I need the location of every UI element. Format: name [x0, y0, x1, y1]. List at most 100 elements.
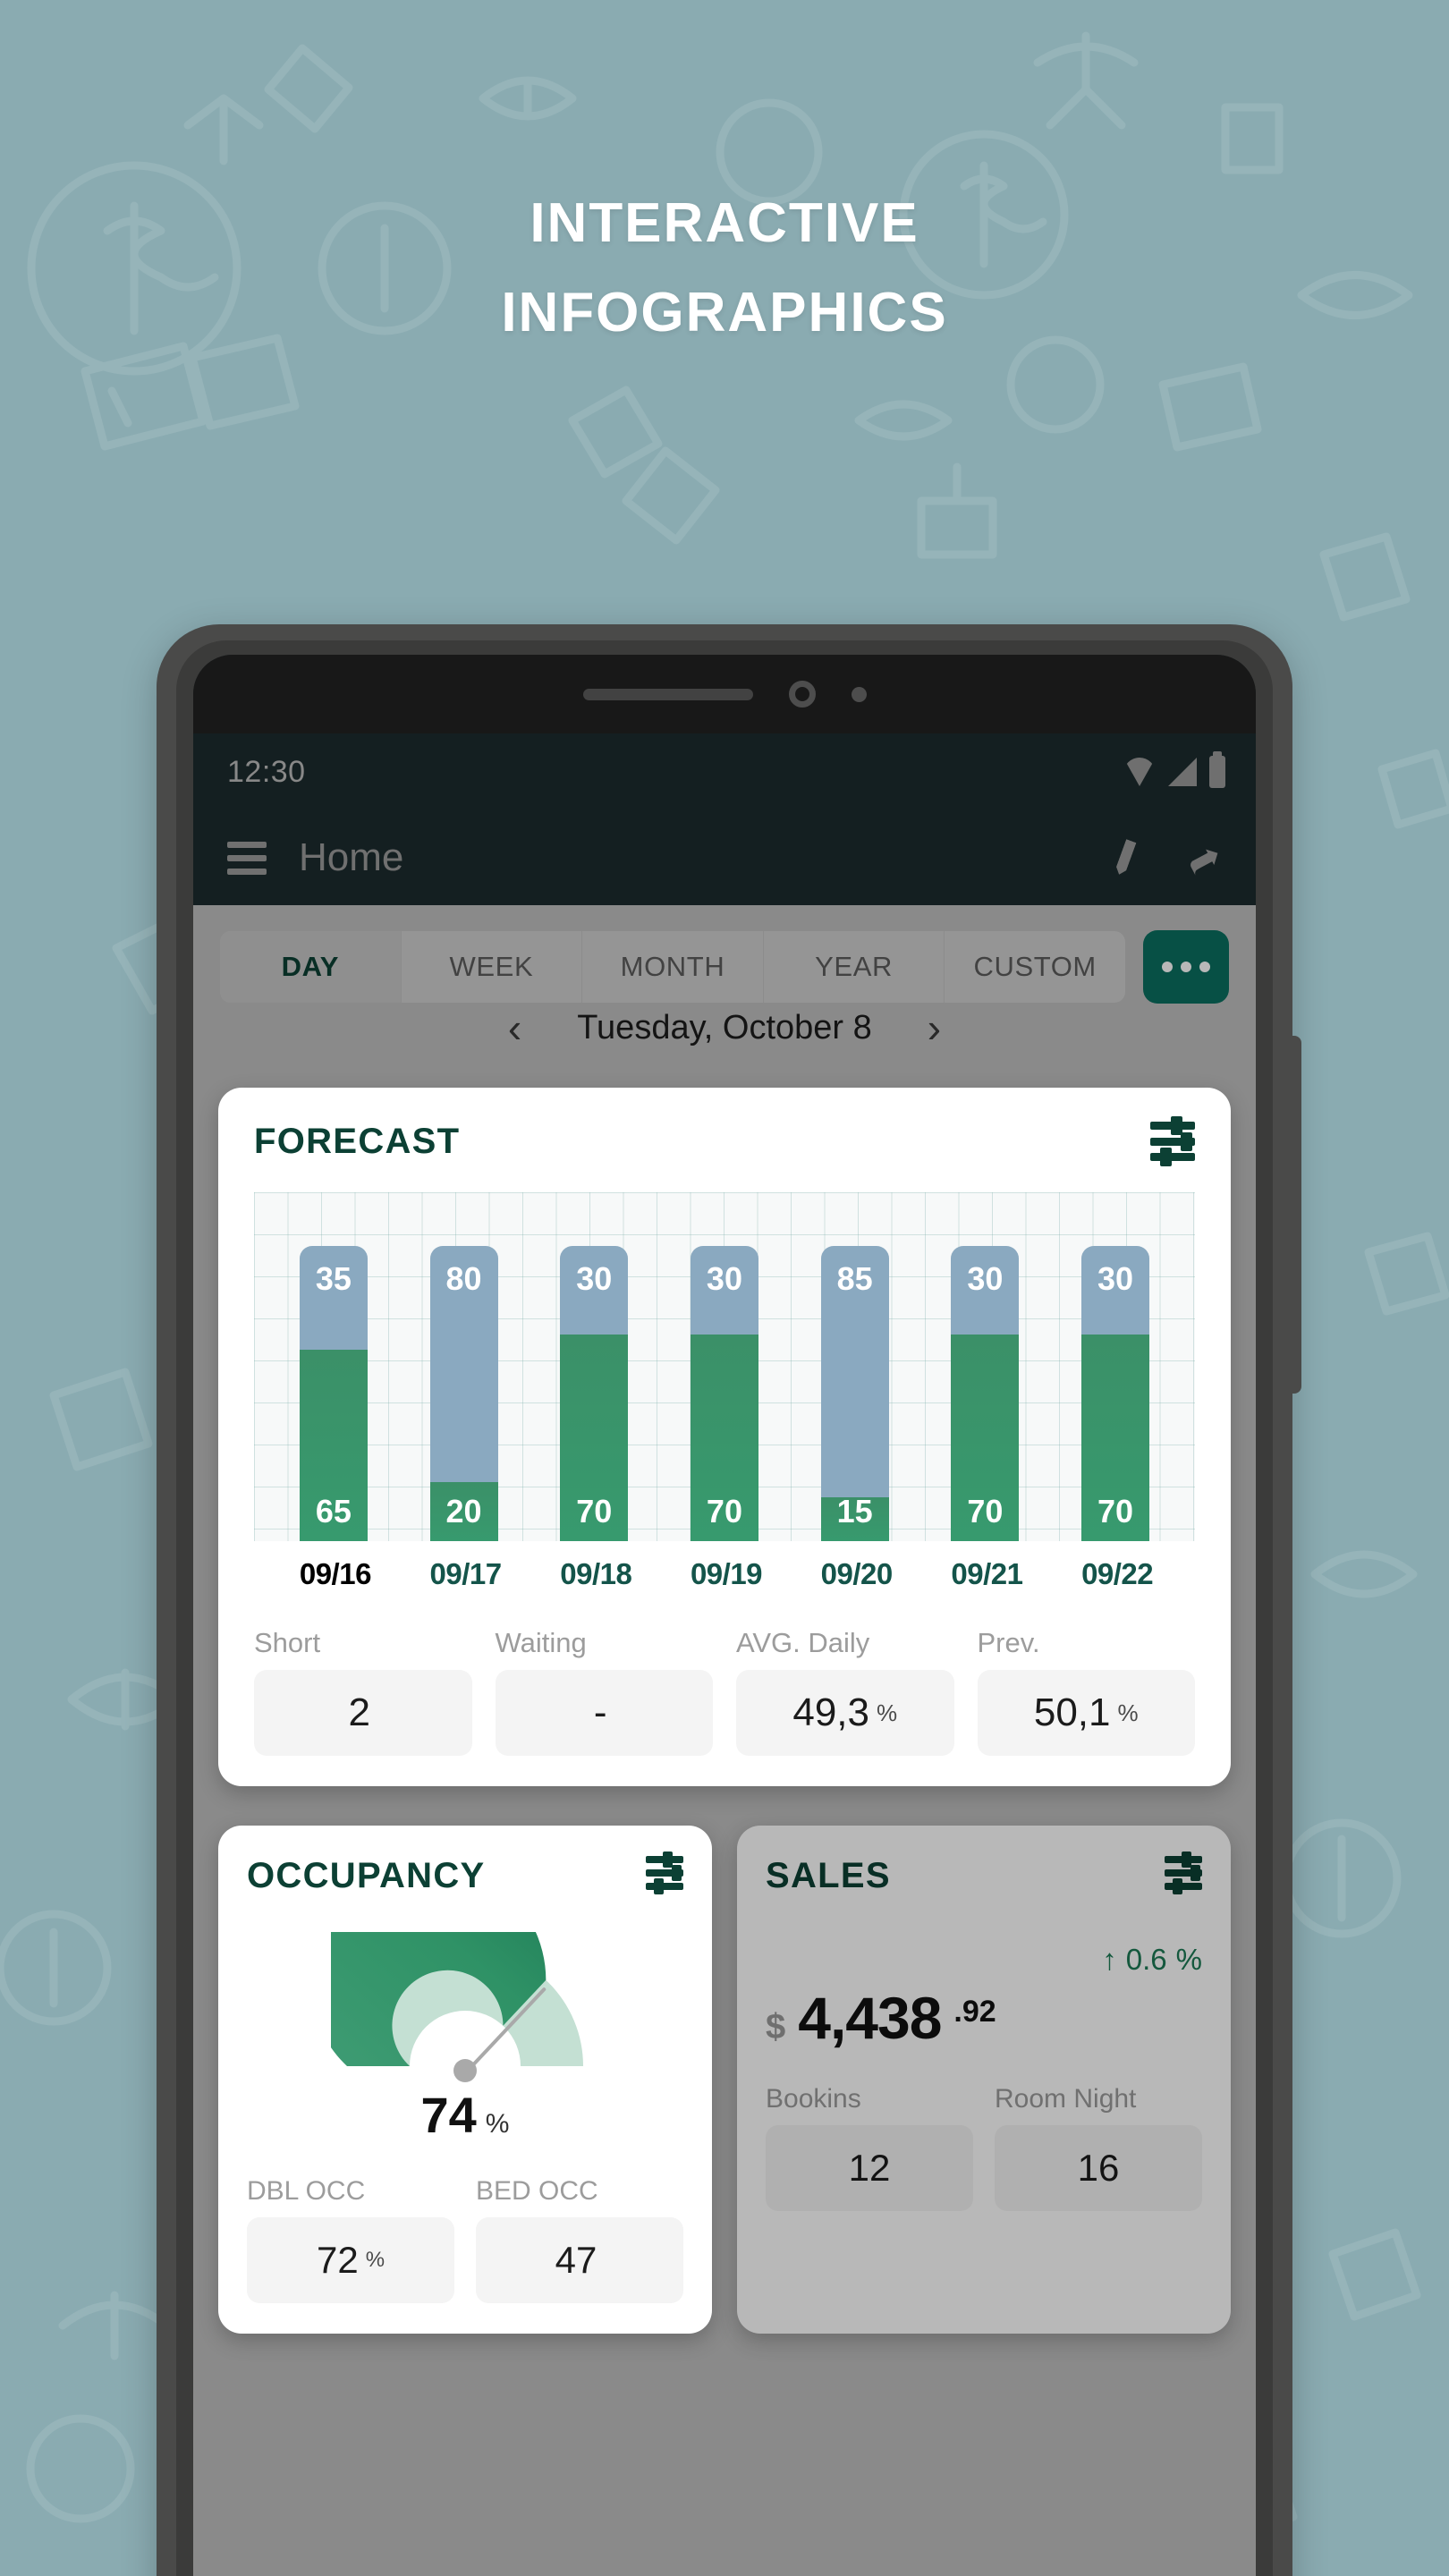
stat-short: Short 2	[254, 1627, 472, 1756]
metric-value-box: 16	[995, 2125, 1202, 2211]
chart-bar[interactable]: 30 70	[560, 1246, 629, 1541]
chart-x-label: 09/21	[951, 1557, 1023, 1590]
amount-integer: 4,438	[798, 1985, 942, 2051]
metric-label: BED OCC	[476, 2176, 598, 2206]
share-icon[interactable]	[1186, 840, 1225, 876]
chart-bar[interactable]: 35 65	[299, 1246, 368, 1541]
tab-day[interactable]: DAY	[220, 931, 402, 1003]
metric-value: 16	[1077, 2147, 1120, 2189]
chart-x-label: 09/22	[1081, 1557, 1154, 1590]
tune-row	[1165, 1865, 1202, 1881]
metric-bed-occ: BED OCC 47	[476, 2176, 683, 2303]
chart-bar[interactable]: 30 70	[1081, 1246, 1150, 1541]
chart-bar[interactable]: 30 70	[951, 1246, 1020, 1541]
occupancy-metrics: DBL OCC 72 % BED OCC 47	[247, 2176, 683, 2303]
stat-label: Short	[254, 1627, 321, 1658]
wifi-icon	[1123, 758, 1156, 786]
chart-x-label: 09/16	[299, 1557, 372, 1590]
page-title: Home	[299, 835, 404, 879]
metric-value-box: 72 %	[247, 2217, 454, 2303]
delta-unit: %	[1175, 1943, 1202, 1976]
app-content: DAY WEEK MONTH YEAR CUSTOM ‹ Tuesday, Oc…	[193, 905, 1256, 2576]
stat-label: AVG. Daily	[736, 1627, 870, 1658]
currency-symbol: $	[766, 2007, 786, 2046]
forecast-title: FORECAST	[254, 1122, 461, 1161]
app-bar: Home	[193, 810, 1256, 905]
stat-value-box: -	[495, 1670, 713, 1756]
bar-bottom-value: 20	[445, 1493, 482, 1530]
occupancy-title: OCCUPANCY	[247, 1856, 486, 1895]
bar-bottom-value: 70	[967, 1493, 1004, 1530]
pencil-icon[interactable]	[1107, 840, 1143, 876]
metric-value: 47	[555, 2239, 597, 2281]
sales-delta: ↑ 0.6 %	[766, 1943, 1202, 1977]
forecast-card-header: FORECAST	[254, 1116, 1195, 1166]
next-date-button[interactable]: ›	[928, 1007, 941, 1048]
metric-value: 72	[316, 2239, 359, 2281]
phone-mockup: 12:30 Home ➦ DAY WEEK MONTH YEAR CUSTOM …	[157, 624, 1301, 2576]
tune-row	[1150, 1148, 1195, 1166]
dot-icon	[1162, 962, 1173, 972]
sales-card: SALES ↑ 0.6 % $ 4,438 .92 Bookins 12 Roo…	[737, 1826, 1231, 2334]
tab-month[interactable]: MONTH	[582, 931, 764, 1003]
tune-row	[646, 1878, 683, 1894]
headline-line-1: INTERACTIVE	[530, 192, 919, 254]
phone-screen: 12:30 Home ➦ DAY WEEK MONTH YEAR CUSTOM …	[193, 655, 1256, 2576]
hamburger-line	[227, 868, 267, 875]
metric-value-box: 47	[476, 2217, 683, 2303]
bar-filled-segment: 65	[299, 1349, 368, 1541]
chart-bar[interactable]: 30 70	[690, 1246, 758, 1541]
tune-icon[interactable]	[646, 1852, 683, 1894]
gauge-unit: %	[485, 2109, 510, 2139]
more-options-button[interactable]	[1143, 930, 1229, 1004]
tune-icon[interactable]	[1150, 1116, 1195, 1166]
chart-x-label: 09/19	[690, 1557, 763, 1590]
bar-filled-segment: 70	[560, 1335, 629, 1541]
battery-icon	[1209, 751, 1225, 788]
stat-avg-daily: AVG. Daily 49,3 %	[736, 1627, 954, 1756]
occupancy-gauge-area: 74 %	[247, 1932, 683, 2144]
metric-dbl-occ: DBL OCC 72 %	[247, 2176, 454, 2303]
tab-week[interactable]: WEEK	[402, 931, 583, 1003]
metric-bookins: Bookins 12	[766, 2084, 973, 2211]
bar-filled-segment: 70	[1081, 1335, 1150, 1541]
chart-bar[interactable]: 85 15	[820, 1246, 889, 1541]
metric-room-night: Room Night 16	[995, 2084, 1202, 2211]
hamburger-line	[227, 841, 267, 848]
bar-bottom-value: 15	[836, 1493, 873, 1530]
sales-amount: $ 4,438 .92	[766, 1984, 1202, 2052]
tune-icon[interactable]	[1165, 1852, 1202, 1894]
gauge-readout: 74 %	[421, 2086, 510, 2144]
chart-bar[interactable]: 80 20	[429, 1246, 498, 1541]
chart-x-label: 09/20	[820, 1557, 894, 1590]
tune-row	[1150, 1131, 1195, 1151]
tune-row	[646, 1852, 683, 1868]
tune-row	[1150, 1116, 1195, 1135]
hamburger-line	[227, 854, 267, 861]
stat-value: 50,1	[1033, 1690, 1111, 1734]
headline-line-2: INFOGRAPHICS	[501, 282, 948, 344]
phone-notch	[193, 655, 1256, 733]
hamburger-icon[interactable]	[227, 841, 267, 875]
stat-label: Prev.	[977, 1627, 1040, 1658]
tab-year[interactable]: YEAR	[764, 931, 945, 1003]
gauge-value: 74	[420, 2087, 477, 2143]
delta-value: 0.6	[1125, 1943, 1167, 1976]
prev-date-button[interactable]: ‹	[508, 1007, 521, 1048]
bar-bottom-value: 70	[1097, 1493, 1134, 1530]
metric-label: DBL OCC	[247, 2176, 366, 2206]
period-tab-group: DAY WEEK MONTH YEAR CUSTOM	[220, 931, 1125, 1003]
dot-icon	[1181, 962, 1191, 972]
amount-cents: .92	[953, 1995, 996, 2029]
metric-value-box: 12	[766, 2125, 973, 2211]
bar-top-value: 30	[1097, 1260, 1134, 1297]
stat-value: 49,3	[792, 1690, 869, 1734]
phone-side-button[interactable]	[1289, 1036, 1301, 1394]
sales-card-header: SALES	[766, 1852, 1202, 1896]
stat-value: 2	[348, 1690, 370, 1734]
stat-value-box: 2	[254, 1670, 472, 1756]
chart-x-label: 09/18	[560, 1557, 632, 1590]
chart-bars: 35 65 80 20 30 70 30 70 85 15 30 70 30 70	[254, 1192, 1195, 1541]
tab-custom[interactable]: CUSTOM	[945, 931, 1125, 1003]
metric-value: 12	[848, 2147, 891, 2189]
